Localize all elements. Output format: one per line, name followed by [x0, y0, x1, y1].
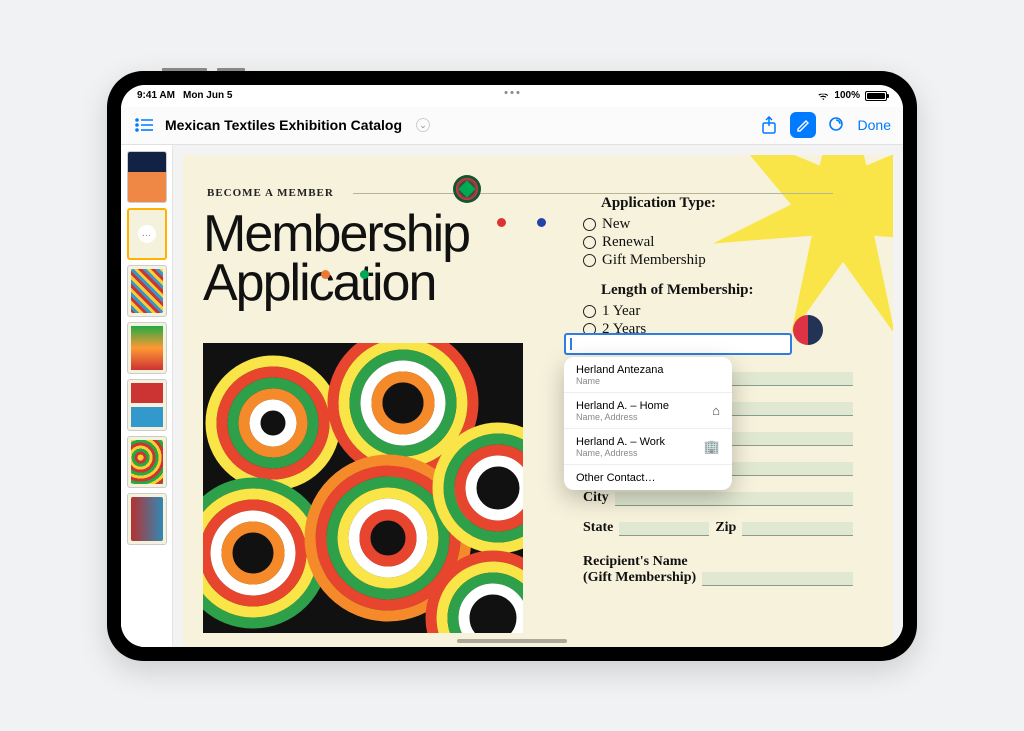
pdf-page: BECOME A MEMBER Membership Application [183, 155, 893, 647]
radio-new[interactable]: New [583, 216, 853, 233]
share-icon[interactable] [758, 114, 780, 136]
artwork [203, 343, 523, 633]
autofill-item-1[interactable]: Herland AntezanaName [564, 357, 732, 392]
home-indicator[interactable] [457, 639, 567, 643]
doc-menu-chevron-icon[interactable]: ⌄ [416, 118, 430, 132]
building-icon: 🏢 [704, 439, 720, 455]
autofill-popup: Herland AntezanaName Herland A. – HomeNa… [564, 357, 732, 490]
thumb-4[interactable] [127, 322, 167, 374]
search-icon[interactable] [826, 114, 848, 136]
wifi-icon [817, 91, 829, 100]
thumb-2[interactable]: … [127, 208, 167, 260]
autofill-item-3[interactable]: Herland A. – WorkName, Address 🏢 [564, 428, 732, 464]
thumb-3[interactable] [127, 265, 167, 317]
name-text-field[interactable] [564, 333, 792, 355]
radio-gift[interactable]: Gift Membership [583, 252, 853, 269]
hw-power [217, 68, 245, 71]
become-member-label: BECOME A MEMBER [207, 187, 334, 199]
status-bar: 9:41 AM Mon Jun 5 100% [121, 85, 903, 107]
thumb-1[interactable] [127, 151, 167, 203]
length-head: Length of Membership: [601, 282, 853, 299]
radio-icon [583, 305, 596, 318]
status-date: Mon Jun 5 [183, 90, 232, 101]
thumb-5[interactable] [127, 379, 167, 431]
thumb-7[interactable] [127, 493, 167, 545]
app-type-head: Application Type: [601, 195, 853, 212]
autofill-item-2[interactable]: Herland A. – HomeName, Address ⌂ [564, 392, 732, 428]
radio-renewal[interactable]: Renewal [583, 234, 853, 251]
rule-line-2 [483, 193, 833, 194]
screen: 9:41 AM Mon Jun 5 100% Mexican Textiles … [121, 85, 903, 647]
field-city[interactable]: City [583, 490, 853, 506]
swirl-svg [203, 343, 523, 633]
radio-icon [583, 254, 596, 267]
thumb-6[interactable] [127, 436, 167, 488]
document-title[interactable]: Mexican Textiles Exhibition Catalog [165, 117, 402, 133]
field-recipient[interactable]: Recipient's Name (Gift Membership) [583, 554, 853, 586]
status-time: 9:41 AM [137, 90, 175, 101]
battery-icon [865, 91, 887, 101]
radio-icon [583, 236, 596, 249]
ipad-frame: 9:41 AM Mon Jun 5 100% Mexican Textiles … [107, 71, 917, 661]
page-thumbnails[interactable]: … [121, 145, 173, 647]
title-line-2: Application [203, 254, 435, 312]
sidebar-toggle-icon[interactable] [133, 114, 155, 136]
autofill-other[interactable]: Other Contact… [564, 464, 732, 490]
radio-icon [583, 218, 596, 231]
radio-1year[interactable]: 1 Year [583, 303, 853, 320]
done-button[interactable]: Done [858, 117, 891, 133]
toolbar: Mexican Textiles Exhibition Catalog ⌄ Do… [121, 107, 903, 145]
multitask-dots[interactable] [505, 91, 520, 94]
markup-button[interactable] [790, 112, 816, 138]
field-state-zip[interactable]: State Zip [583, 520, 853, 536]
text-cursor [570, 338, 572, 350]
home-icon: ⌂ [712, 403, 720, 418]
hw-volume [162, 68, 207, 71]
page-canvas[interactable]: BECOME A MEMBER Membership Application [173, 145, 903, 647]
page-title: Membership Application [203, 210, 469, 309]
battery-pct: 100% [834, 90, 860, 101]
content: … BECOME A MEMBER Membe [121, 145, 903, 647]
